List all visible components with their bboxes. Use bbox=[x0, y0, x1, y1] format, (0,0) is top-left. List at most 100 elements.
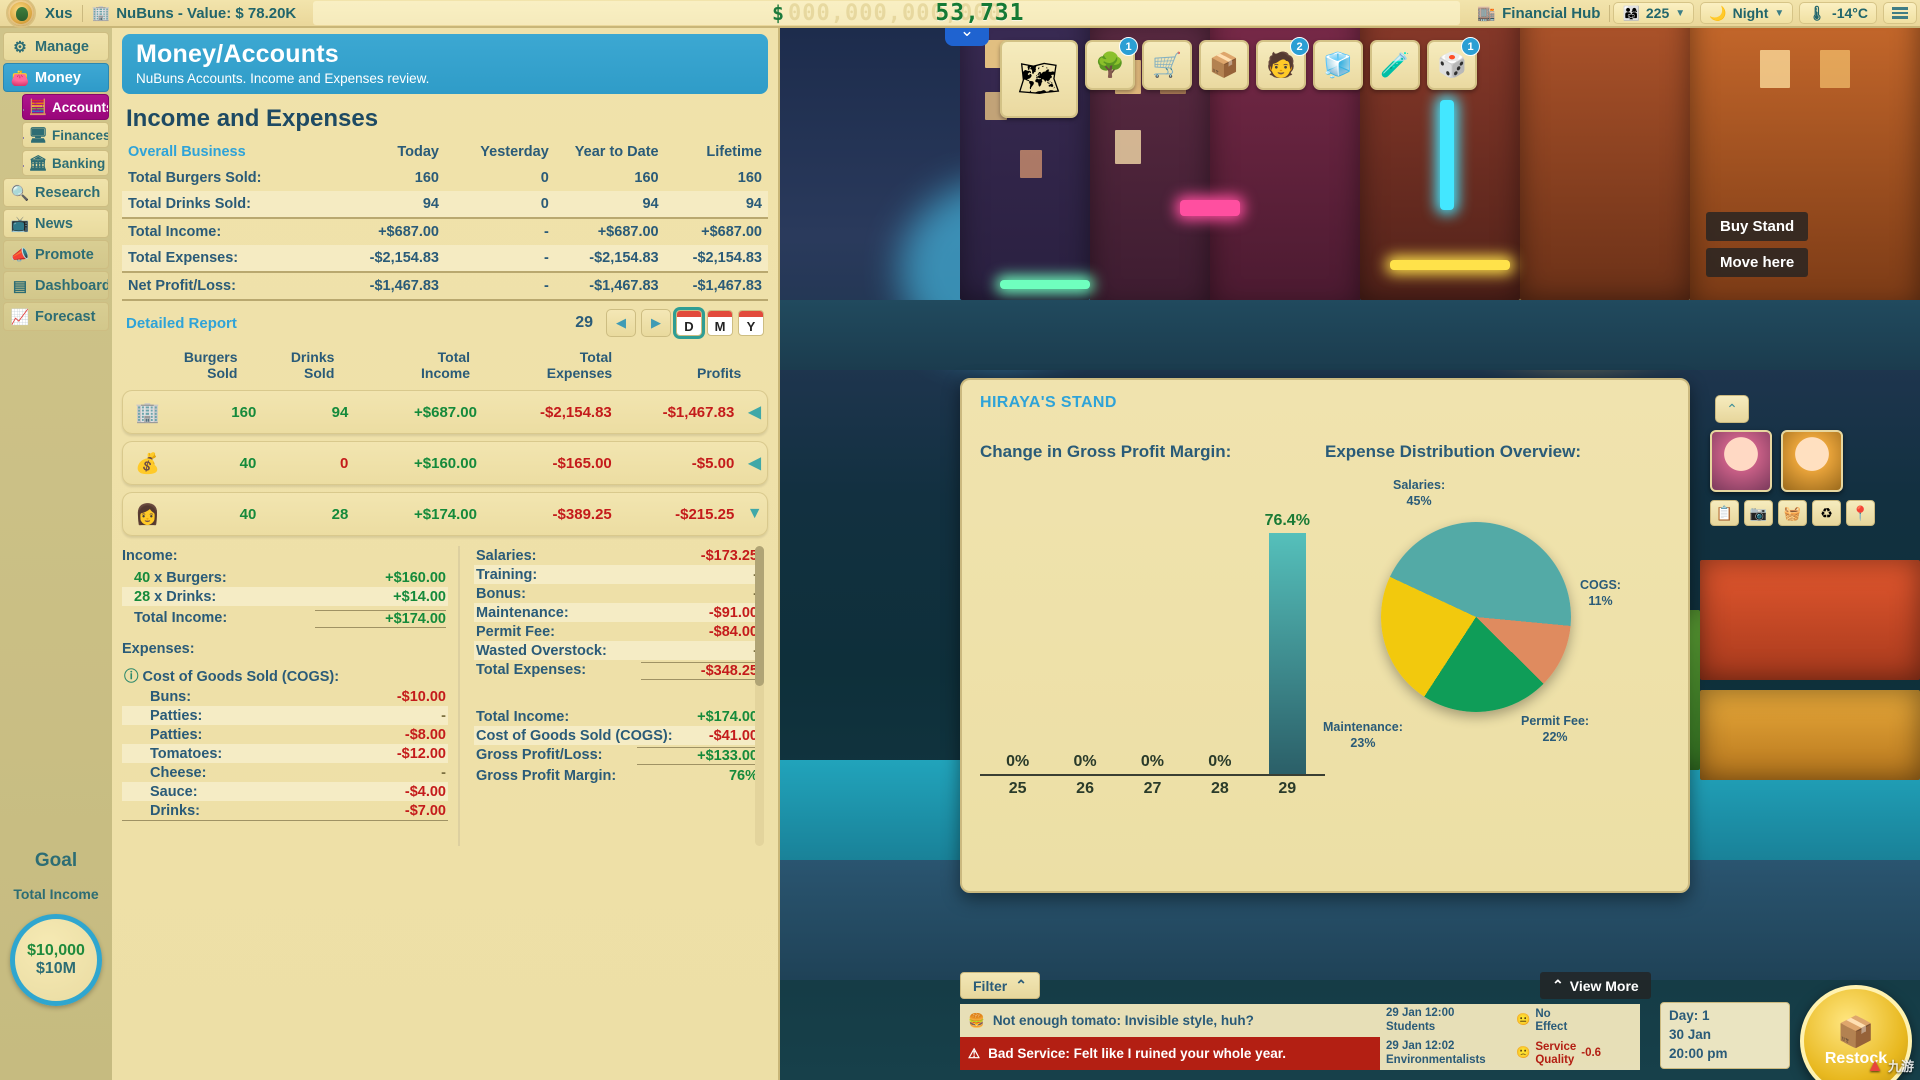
bar-column[interactable]: 0% bbox=[1191, 476, 1248, 774]
tool-employee[interactable]: 🧑 2 bbox=[1256, 37, 1309, 90]
column-yesterday: Yesterday bbox=[480, 144, 549, 160]
basket-icon[interactable]: 🧺 bbox=[1778, 500, 1807, 526]
temperature-indicator[interactable]: 🌡 -14°C bbox=[1799, 2, 1877, 24]
bar-column[interactable]: 0% bbox=[1056, 476, 1113, 774]
table-row[interactable]: 👩 40 28 +$174.00 -$389.25 -$215.25 ▼ bbox=[122, 492, 768, 537]
goal-target-value: $10M bbox=[35, 960, 77, 977]
financial-hub-indicator[interactable]: 🏬 Financial Hub bbox=[1468, 0, 1609, 26]
bar-column[interactable]: 0% bbox=[1124, 476, 1181, 774]
time-of-day-selector[interactable]: 🌙 Night ▼ bbox=[1700, 2, 1794, 24]
money-display: $ 000,000,000,000 53,731 bbox=[313, 0, 1461, 26]
question-mark-icon[interactable]: ⓘ bbox=[124, 669, 139, 685]
prev-day-button[interactable]: ◀ bbox=[606, 309, 636, 337]
sidebar-item-label: Research bbox=[35, 184, 101, 201]
sidebar-item-accounts[interactable]: 🧮 Accounts bbox=[22, 94, 109, 120]
x-tick-label: 28 bbox=[1210, 780, 1229, 797]
sidebar-item-money[interactable]: 👛 Money bbox=[3, 63, 109, 92]
tool-box[interactable]: 📦 bbox=[1199, 40, 1249, 90]
recycle-icon[interactable]: ♻ bbox=[1812, 500, 1841, 526]
sidebar-item-promote[interactable]: 📣 Promote bbox=[3, 240, 109, 269]
x-tick-label: 25 bbox=[1008, 780, 1027, 797]
row-label: Total Income: bbox=[122, 217, 336, 245]
list-item[interactable]: 🍔 Not enough tomato: Invisible style, hu… bbox=[960, 1004, 1640, 1037]
cogs-line: Cheese: - bbox=[122, 763, 448, 782]
view-more-button[interactable]: ⌃ View More bbox=[1540, 972, 1651, 999]
sidebar-item-forecast[interactable]: 📈 Forecast bbox=[3, 302, 109, 331]
collapse-left-arrow-icon[interactable]: ◀ bbox=[742, 402, 767, 422]
chart-title: Change in Gross Profit Margin: bbox=[980, 442, 1232, 461]
sidebar-item-manage[interactable]: ⚙ Manage bbox=[3, 32, 109, 61]
x-tick-label: 29 bbox=[1278, 780, 1297, 797]
time-of-day-value: Night bbox=[1732, 5, 1769, 21]
range-day-button[interactable]: D bbox=[676, 310, 702, 336]
table-row[interactable]: 💰 40 0 +$160.00 -$165.00 -$5.00 ◀ bbox=[122, 441, 768, 486]
filter-button[interactable]: Filter ⌃ bbox=[960, 972, 1040, 999]
pin-icon[interactable]: 📍 bbox=[1846, 500, 1875, 526]
range-year-button[interactable]: Y bbox=[738, 310, 764, 336]
collapse-left-arrow-icon[interactable]: ◀ bbox=[742, 453, 767, 473]
scrollbar[interactable] bbox=[755, 546, 764, 847]
clipboard-icon[interactable]: 📋 bbox=[1710, 500, 1739, 526]
tool-research[interactable]: 🧪 bbox=[1370, 40, 1420, 90]
player-name[interactable]: Xus bbox=[36, 0, 82, 26]
tool-crate[interactable]: 🧊 bbox=[1313, 40, 1363, 90]
expand-down-arrow-icon[interactable]: ▼ bbox=[742, 505, 767, 523]
sidebar-item-banking[interactable]: 🏛 Banking bbox=[22, 150, 109, 176]
cell-drinks-sold: 28 bbox=[264, 506, 356, 523]
cell-total-expenses: -$389.25 bbox=[485, 506, 620, 523]
money-value: 53,731 bbox=[935, 0, 1025, 26]
sidebar-item-news[interactable]: 📺 News bbox=[3, 209, 109, 238]
detailed-report-link[interactable]: Detailed Report bbox=[126, 315, 237, 332]
col-line1: Total bbox=[437, 349, 471, 365]
cogs-line: Buns: -$10.00 bbox=[122, 687, 448, 706]
bar-column[interactable]: 0% bbox=[989, 476, 1046, 774]
pie[interactable] bbox=[1381, 522, 1571, 712]
neon-sign bbox=[1180, 200, 1240, 216]
overview-table: Overall Business Today Yesterday Year to… bbox=[122, 139, 768, 299]
tool-stand[interactable]: 🛒 bbox=[1142, 40, 1192, 90]
employee-portrait[interactable] bbox=[1710, 430, 1772, 492]
camera-icon[interactable]: 📷 bbox=[1744, 500, 1773, 526]
company-indicator[interactable]: 🏢 NuBuns - Value: $ 78.20K bbox=[83, 0, 306, 26]
sidebar: ⚙ Manage 👛 Money 🧮 Accounts 🖥 Finances 🏛… bbox=[0, 28, 112, 1080]
scrollbar-thumb[interactable] bbox=[755, 546, 764, 687]
value: -$41.00 bbox=[708, 727, 758, 744]
sidebar-item-research[interactable]: 🔍 Research bbox=[3, 178, 109, 207]
player-avatar[interactable] bbox=[6, 0, 36, 28]
table-row[interactable]: 🏢 160 94 +$687.00 -$2,154.83 -$1,467.83 … bbox=[122, 390, 768, 435]
col-line1: Profits bbox=[697, 365, 742, 382]
expand-portraits-button[interactable]: ⌃ bbox=[1715, 395, 1749, 423]
list-item[interactable]: ⚠ Bad Service: Felt like I ruined your w… bbox=[960, 1037, 1640, 1070]
employee-portrait[interactable] bbox=[1781, 430, 1844, 492]
label: Salaries: bbox=[476, 547, 537, 564]
cell-value: 0 bbox=[444, 191, 555, 218]
cell-value: 160 bbox=[414, 170, 439, 186]
value: -$12.00 bbox=[396, 745, 446, 762]
cogs-line: Patties: -$8.00 bbox=[122, 725, 448, 744]
label: Bonus: bbox=[476, 585, 526, 602]
move-here-button[interactable]: Move here bbox=[1706, 248, 1809, 277]
tool-map[interactable]: 🗺 bbox=[1000, 40, 1078, 118]
market-stall bbox=[1700, 560, 1920, 680]
value: -$165.00 bbox=[552, 454, 612, 472]
range-month-button[interactable]: M bbox=[707, 310, 733, 336]
bar-column[interactable]: 76.4% bbox=[1259, 476, 1316, 774]
bar-value-label: 0% bbox=[1006, 753, 1030, 770]
value: - bbox=[441, 707, 446, 724]
buy-stand-button[interactable]: Buy Stand bbox=[1706, 212, 1809, 241]
sidebar-subitem-label: Finances bbox=[52, 127, 109, 143]
chevron-down-icon: ▼ bbox=[1675, 7, 1686, 19]
sidebar-item-dashboard[interactable]: ▤ Dashboard bbox=[3, 271, 109, 300]
table-header-row: Overall Business Today Yesterday Year to… bbox=[122, 139, 768, 165]
next-day-button[interactable]: ▶ bbox=[641, 309, 671, 337]
company-label: NuBuns - Value: $ 78.20K bbox=[116, 4, 297, 22]
overall-business-header[interactable]: Overall Business bbox=[122, 139, 335, 165]
tool-cube[interactable]: 🎲 1 bbox=[1427, 37, 1480, 90]
main-menu-button[interactable] bbox=[1883, 2, 1917, 24]
population-selector[interactable]: 👨‍👩‍👧 225 ▼ bbox=[1613, 2, 1695, 24]
label: Total Income: bbox=[476, 708, 570, 725]
mini-action-row: 📋 📷 🧺 ♻ 📍 bbox=[1710, 500, 1875, 526]
tool-park[interactable]: 🌳 1 bbox=[1085, 37, 1138, 90]
sidebar-item-finances[interactable]: 🖥 Finances bbox=[22, 122, 109, 148]
goal-progress-circle[interactable]: $10,000 $10M bbox=[10, 914, 102, 1006]
